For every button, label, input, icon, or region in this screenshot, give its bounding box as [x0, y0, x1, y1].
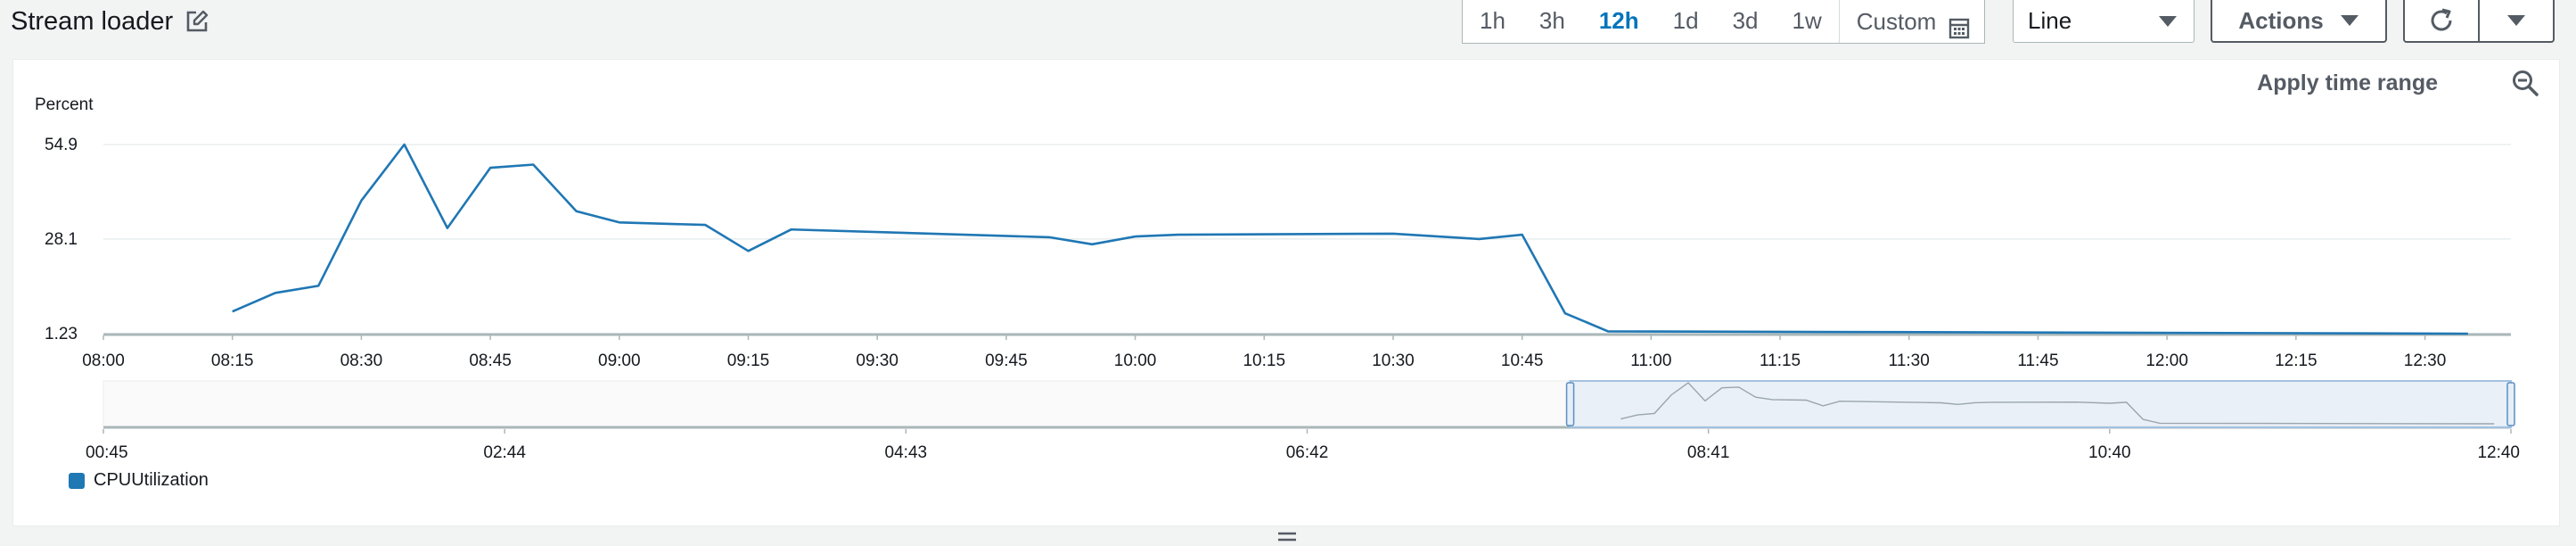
- caret-down-icon: [2507, 15, 2525, 26]
- x-tick-label: 11:00: [1630, 352, 1671, 370]
- x-tick-label: 11:30: [1889, 352, 1930, 370]
- y-tick-label: 54.9: [45, 136, 78, 154]
- graph-widget: Apply time range Percent 54.9 28.1 1.23 08:0…: [12, 59, 2560, 526]
- x-tick-label: 10:30: [1372, 352, 1415, 370]
- time-range-selector: 1h 3h 12h 1d 3d 1w Custom: [1462, 0, 1986, 44]
- x-tick-label: 12:15: [2275, 352, 2318, 370]
- navigator-tick-label: 08:41: [1687, 443, 1730, 461]
- navigator-selection: [1569, 380, 2512, 428]
- chart-legend: CPUUtilization: [69, 470, 209, 491]
- edit-icon[interactable]: [185, 10, 209, 33]
- legend-label: CPUUtilization: [94, 470, 209, 490]
- x-tick-label: 08:30: [340, 352, 383, 370]
- x-tick-label: 08:00: [82, 352, 125, 370]
- x-tick-label: 09:00: [598, 352, 641, 370]
- x-tick-label: 10:45: [1501, 352, 1544, 370]
- navigator-right-handle: [2506, 382, 2515, 426]
- graph-type-select[interactable]: Line: [2013, 0, 2195, 43]
- x-tick-label: 08:15: [211, 352, 254, 370]
- y-tick-label: 1.23: [45, 325, 78, 343]
- navigator-tick-label: 00:45: [86, 443, 128, 461]
- navigator-tick-label: 10:40: [2088, 443, 2131, 461]
- navigator-tick-label: 06:42: [1286, 443, 1329, 461]
- x-tick-label: 12:00: [2145, 352, 2188, 370]
- graph-type-value: Line: [2028, 7, 2072, 34]
- refresh-button[interactable]: [2403, 0, 2480, 43]
- actions-dropdown-button[interactable]: Actions: [2211, 0, 2387, 43]
- page-header: Stream loader: [11, 4, 209, 39]
- cpu-line-chart: Percent 54.9 28.1 1.2308:00 08:15 08:30 08:45 0…: [35, 95, 2520, 461]
- time-range-1h[interactable]: 1h: [1463, 0, 1522, 43]
- navigator-tick-label: 02:44: [483, 443, 526, 461]
- x-tick-label: 09:45: [985, 352, 1028, 370]
- actions-label: Actions: [2238, 6, 2324, 34]
- page-title: Stream loader: [11, 6, 174, 36]
- navigator-tick-label: 04:43: [885, 443, 928, 461]
- legend-swatch: [69, 472, 85, 489]
- caret-down-icon: [2340, 15, 2359, 26]
- x-tick-label: 10:15: [1243, 352, 1285, 370]
- navigator-left-handle: [1565, 382, 1575, 426]
- y-axis-label: Percent: [35, 95, 94, 114]
- time-range-3d[interactable]: 3d: [1716, 0, 1776, 43]
- time-range-1d[interactable]: 1d: [1656, 0, 1716, 43]
- calendar-icon: [1948, 11, 1970, 39]
- x-tick-label: 09:30: [856, 352, 898, 370]
- x-tick-label: 12:30: [2404, 352, 2447, 370]
- custom-time-range-button[interactable]: Custom: [1838, 0, 1985, 43]
- x-tick-label: 08:45: [469, 352, 512, 370]
- x-tick-label: 11:45: [2017, 352, 2058, 370]
- y-tick-label: 28.1: [45, 230, 78, 249]
- time-range-12h[interactable]: 12h: [1582, 0, 1656, 43]
- time-range-1w[interactable]: 1w: [1776, 0, 1839, 43]
- refresh-options-dropdown[interactable]: [2478, 0, 2555, 43]
- resize-handle[interactable]: [1278, 532, 1296, 542]
- x-tick-label: 11:15: [1760, 352, 1801, 370]
- x-tick-label: 10:00: [1114, 352, 1157, 370]
- time-range-3h[interactable]: 3h: [1522, 0, 1582, 43]
- caret-down-icon: [2159, 15, 2177, 27]
- x-tick-label: 09:15: [727, 352, 770, 370]
- custom-label: Custom: [1856, 8, 1937, 35]
- navigator-tick-label: 12:40: [2477, 443, 2520, 461]
- refresh-icon: [2431, 8, 2452, 31]
